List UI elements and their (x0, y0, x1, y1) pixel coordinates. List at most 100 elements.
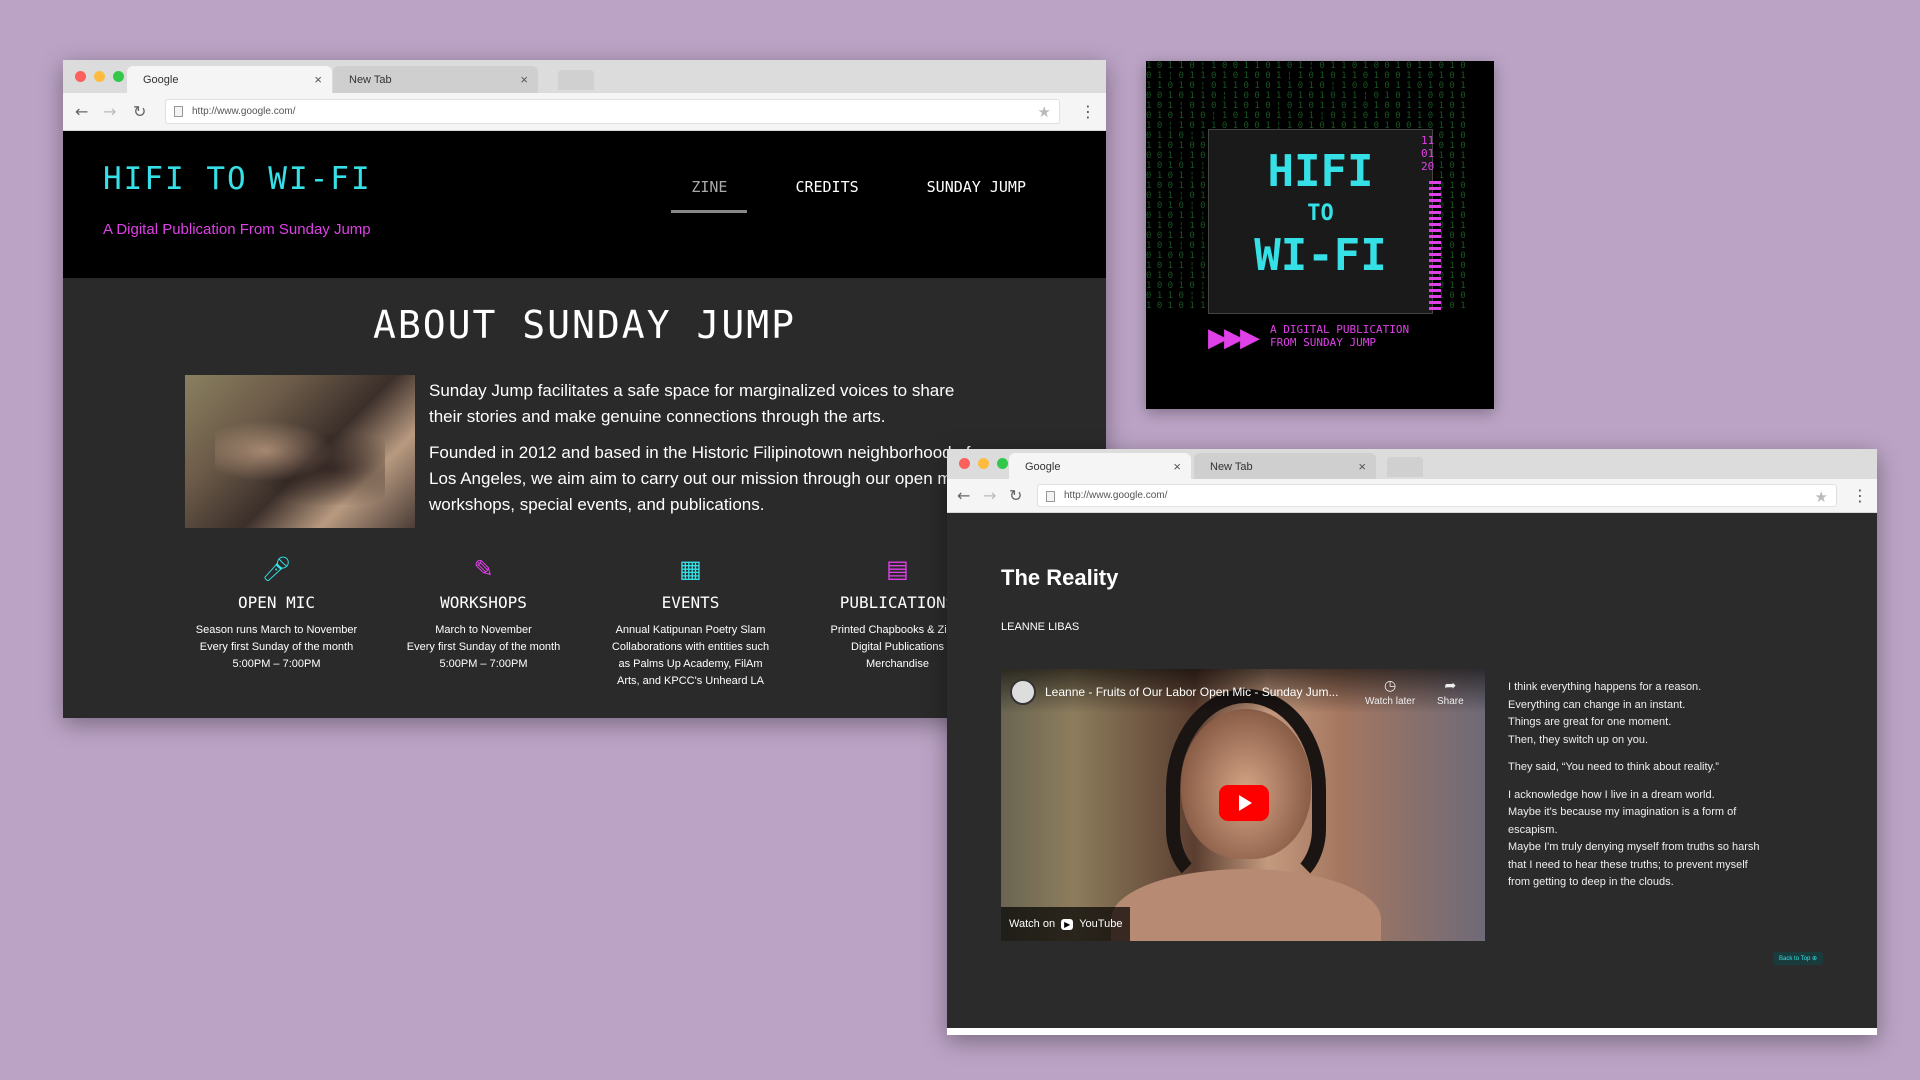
close-tab-icon[interactable]: × (1173, 459, 1181, 474)
forward-arrow-icon[interactable]: → (983, 486, 996, 505)
feature-workshops: ✎ WORKSHOPS March to November Every firs… (380, 555, 587, 690)
microphone-icon: 🎤︎ (261, 555, 292, 583)
feature-line: Every first Sunday of the month (406, 641, 561, 653)
poem-line: They said, “You need to think about real… (1508, 761, 1719, 773)
new-tab-button[interactable] (1387, 457, 1423, 477)
channel-avatar[interactable] (1010, 679, 1036, 705)
feature-line: Annual Katipunan Poetry Slam (615, 624, 766, 636)
poem-line: Then, they switch up on you. (1508, 733, 1649, 746)
feature-list: 🎤︎ OPEN MIC Season runs March to Novembe… (173, 555, 1001, 690)
nav-credits[interactable]: CREDITS (775, 178, 878, 213)
minimize-window-button[interactable] (94, 71, 105, 82)
about-paragraph: Founded in 2012 and based in the Histori… (429, 443, 971, 514)
tab-label: Google (143, 74, 179, 86)
poem-line: escapism. (1508, 823, 1558, 836)
poster-title-line: WI-FI (1254, 230, 1387, 281)
arrow-up-icon: ⊕ (1811, 956, 1817, 962)
page-icon (174, 106, 183, 117)
back-arrow-icon[interactable]: ← (75, 102, 88, 121)
poem-line: that I need to hear these truths; to pre… (1508, 858, 1748, 871)
tab-new-tab[interactable]: New Tab × (1194, 453, 1376, 480)
window-controls (959, 458, 1008, 469)
poem-line: Maybe I'm truly denying myself from trut… (1508, 841, 1760, 853)
tab-new-tab[interactable]: New Tab × (333, 66, 538, 93)
poem-line: I acknowledge how I live in a dream worl… (1508, 788, 1715, 801)
poem-stanza: They said, “You need to think about real… (1508, 759, 1808, 777)
youtube-label: YouTube (1079, 918, 1123, 930)
address-bar[interactable]: http://www.google.com/ ★ (165, 99, 1060, 124)
poem-stanza: I acknowledge how I live in a dream worl… (1508, 787, 1808, 892)
menu-dots-icon[interactable]: ⋮ (1852, 486, 1868, 505)
poster-date-part: 01 (1421, 147, 1435, 160)
building-icon: ▦ (679, 555, 702, 583)
tab-bar: Google × New Tab × (947, 449, 1877, 480)
poster-barcode-bar (1429, 181, 1441, 311)
nav-sunday-jump[interactable]: SUNDAY JUMP (907, 178, 1046, 213)
clock-icon: ◷ (1383, 677, 1397, 693)
close-tab-icon[interactable]: × (1358, 459, 1366, 474)
close-window-button[interactable] (959, 458, 970, 469)
menu-dots-icon[interactable]: ⋮ (1080, 102, 1096, 121)
play-button[interactable] (1219, 785, 1269, 821)
video-embed[interactable]: Leanne - Fruits of Our Labor Open Mic - … (1001, 669, 1485, 941)
back-to-top-label: Back to Top (1779, 956, 1811, 962)
video-frame-face (1181, 709, 1311, 859)
close-tab-icon[interactable]: × (314, 72, 322, 87)
feature-open-mic: 🎤︎ OPEN MIC Season runs March to Novembe… (173, 555, 380, 690)
page-icon (1046, 491, 1055, 502)
poster-subtitle-line: FROM SUNDAY JUMP (1270, 336, 1376, 349)
maximize-window-button[interactable] (997, 458, 1008, 469)
bookmark-star-icon[interactable]: ★ (1815, 488, 1828, 506)
close-tab-icon[interactable]: × (520, 72, 528, 87)
about-paragraph: Sunday Jump facilitates a safe space for… (429, 381, 955, 426)
poster-title-line: TO (1307, 201, 1334, 226)
poster-title-line: HIFI (1267, 146, 1374, 197)
forward-arrow-icon[interactable]: → (103, 102, 116, 121)
back-arrow-icon[interactable]: ← (957, 486, 970, 505)
feature-events: ▦ EVENTS Annual Katipunan Poetry Slam Co… (587, 555, 794, 690)
watch-later-button[interactable]: ◷ Watch later (1365, 677, 1415, 707)
poster-subtitle: A DIGITAL PUBLICATION FROM SUNDAY JUMP (1270, 323, 1409, 349)
feature-line: Collaborations with entities such (611, 641, 770, 653)
feature-title: EVENTS (661, 593, 720, 612)
tab-label: New Tab (349, 74, 392, 86)
article-title: The Reality (1001, 565, 1119, 590)
feature-line: 5:00PM – 7:00PM (232, 658, 321, 670)
maximize-window-button[interactable] (113, 71, 124, 82)
tab-google[interactable]: Google × (1009, 453, 1191, 480)
back-to-top-button[interactable]: Back to Top ⊕ (1773, 952, 1823, 965)
tab-google[interactable]: Google × (127, 66, 332, 93)
poster-date-part: 20 (1421, 160, 1435, 173)
tab-label: Google (1025, 461, 1061, 473)
feature-line: as Palms Up Academy, FilAm (618, 658, 763, 670)
main-nav: ZINE CREDITS SUNDAY JUMP (671, 178, 1046, 213)
new-tab-button[interactable] (558, 70, 594, 90)
share-label: Share (1437, 696, 1464, 707)
close-window-button[interactable] (75, 71, 86, 82)
feature-line: Season runs March to November (195, 624, 358, 636)
watch-on-label: Watch on (1009, 918, 1056, 930)
reload-icon[interactable]: ↻ (133, 102, 146, 121)
bookmark-star-icon[interactable]: ★ (1038, 103, 1051, 121)
reload-icon[interactable]: ↻ (1009, 486, 1022, 505)
site-logo[interactable]: HIFI TO WI-FI (103, 161, 372, 197)
video-frame-shoulders (1111, 869, 1381, 941)
watch-later-label: Watch later (1365, 696, 1416, 707)
browser-window-article: Google × New Tab × ← → ↻ http://www.goog… (947, 449, 1877, 1035)
video-title[interactable]: Leanne - Fruits of Our Labor Open Mic - … (1045, 685, 1375, 699)
youtube-play-icon: ▶ (1061, 918, 1074, 930)
nav-zine[interactable]: ZINE (671, 178, 748, 213)
about-heading: ABOUT SUNDAY JUMP (373, 303, 796, 347)
share-button[interactable]: ➦ Share (1437, 677, 1464, 707)
feature-line: March to November (435, 624, 532, 636)
poster-date: 11 01 20 (1421, 134, 1435, 173)
watch-on-youtube-button[interactable]: Watch on ▶ YouTube (1001, 907, 1131, 941)
address-bar[interactable]: http://www.google.com/ ★ (1037, 484, 1837, 507)
poster-title: HIFI TO WI-FI (1208, 146, 1433, 281)
article-section: The Reality LEANNE LIBAS Leanne - Fruits… (947, 513, 1877, 1028)
browser-toolbar: ← → ↻ http://www.google.com/ ★ ⋮ (63, 93, 1106, 131)
poster-subtitle-line: A DIGITAL PUBLICATION (1270, 323, 1410, 336)
share-arrow-icon: ➦ (1444, 677, 1457, 693)
minimize-window-button[interactable] (978, 458, 989, 469)
tab-bar: Google × New Tab × (63, 60, 1106, 93)
